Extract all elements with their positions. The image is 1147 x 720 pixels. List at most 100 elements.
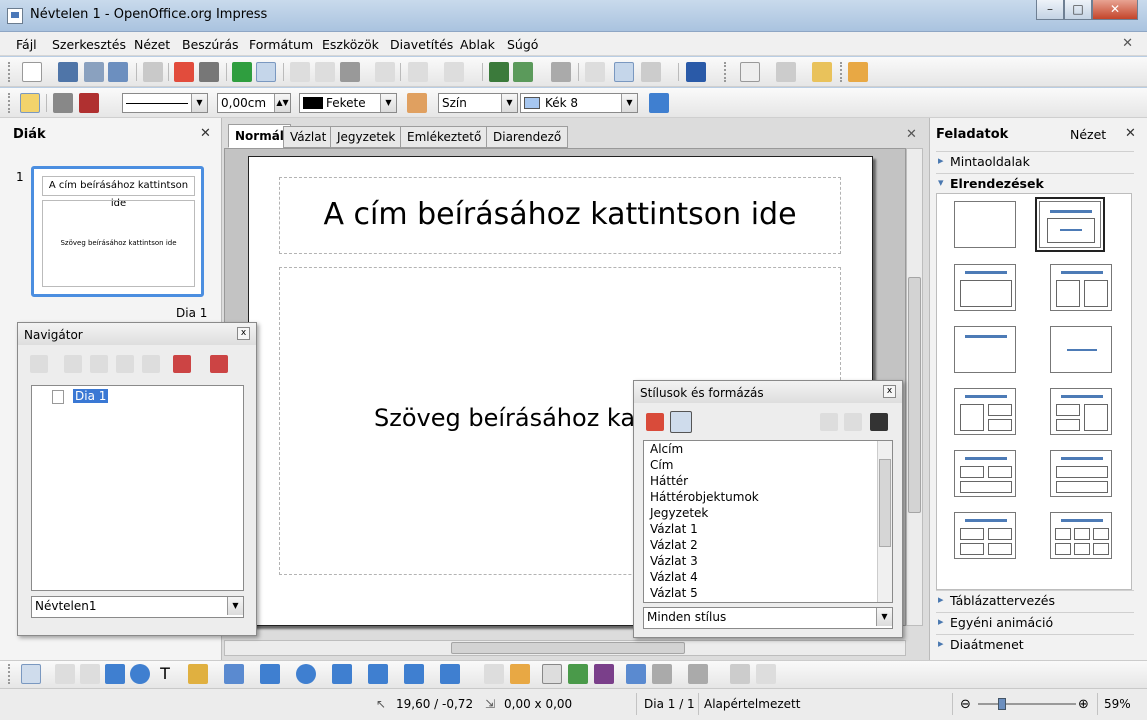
- close-view-icon[interactable]: ✕: [906, 127, 917, 142]
- layout-title-only[interactable]: [954, 326, 1016, 373]
- section-table-design[interactable]: Táblázattervezés: [936, 590, 1134, 610]
- callouts-icon[interactable]: [404, 664, 424, 684]
- block-arrows-icon[interactable]: [332, 664, 352, 684]
- format-paintbrush-icon[interactable]: [375, 62, 395, 82]
- layout-title-6-content[interactable]: [1050, 512, 1112, 559]
- layout-title-content-2[interactable]: [954, 264, 1016, 311]
- tab-notes[interactable]: Jegyzetek: [330, 126, 403, 148]
- styles-formatting-icon[interactable]: [20, 93, 40, 113]
- symbol-shapes-icon[interactable]: [296, 664, 316, 684]
- arrange-objects-icon[interactable]: [688, 664, 708, 684]
- layout-title-2-content[interactable]: [1050, 264, 1112, 311]
- arrow-style-icon[interactable]: [79, 93, 99, 113]
- layout-title-content-over-content[interactable]: [1050, 450, 1112, 497]
- menu-view[interactable]: Nézet: [134, 37, 170, 52]
- update-style-icon[interactable]: [870, 413, 888, 431]
- zoom-in-icon[interactable]: ⊕: [1078, 697, 1089, 712]
- save-icon[interactable]: [84, 62, 104, 82]
- menu-file[interactable]: Fájl: [16, 37, 37, 52]
- menu-insert[interactable]: Beszúrás: [182, 37, 239, 52]
- menu-slideshow[interactable]: Diavetítés: [390, 37, 453, 52]
- zoom-out-icon[interactable]: ⊖: [960, 697, 971, 712]
- select-pointer-icon[interactable]: [21, 664, 41, 684]
- navigator-titlebar[interactable]: Navigátor: [18, 323, 256, 345]
- chevron-down-icon[interactable]: ▼: [876, 608, 892, 626]
- table-icon[interactable]: [513, 62, 533, 82]
- layout-title-2-content-over[interactable]: [954, 450, 1016, 497]
- view-menu-button[interactable]: Nézet: [1070, 127, 1106, 142]
- basic-shapes-icon[interactable]: [260, 664, 280, 684]
- spellcheck-icon[interactable]: [232, 62, 252, 82]
- points-icon[interactable]: [484, 664, 504, 684]
- chevron-down-icon[interactable]: ▼: [227, 597, 243, 615]
- maximize-button[interactable]: □: [1064, 0, 1092, 20]
- open-icon[interactable]: [58, 62, 78, 82]
- chevron-down-icon[interactable]: ▼: [501, 94, 517, 112]
- paste-icon[interactable]: [340, 62, 360, 82]
- area-color-select[interactable]: Kék 8 ▼: [520, 93, 638, 113]
- close-icon[interactable]: x: [237, 327, 250, 340]
- close-icon[interactable]: x: [883, 385, 896, 398]
- navigator-document-select[interactable]: Névtelen1 ▼: [31, 596, 244, 618]
- line-tool-icon[interactable]: [55, 664, 75, 684]
- ellipse-icon[interactable]: [130, 664, 150, 684]
- cut-icon[interactable]: [290, 62, 310, 82]
- line-style-select[interactable]: ▼: [122, 93, 208, 113]
- chevron-down-icon[interactable]: ▼: [191, 94, 207, 112]
- from-file-icon[interactable]: [568, 664, 588, 684]
- list-item[interactable]: Cím: [647, 458, 875, 474]
- layout-title-2-content-content[interactable]: [954, 388, 1016, 435]
- edit-file-icon[interactable]: [143, 62, 163, 82]
- tab-handout[interactable]: Emlékeztető: [400, 126, 489, 148]
- close-document-icon[interactable]: ✕: [1122, 36, 1133, 51]
- spin-icon[interactable]: ▲▼: [274, 94, 290, 112]
- print-icon[interactable]: [199, 62, 219, 82]
- grid-icon[interactable]: [585, 62, 605, 82]
- tab-outline[interactable]: Vázlat: [283, 126, 334, 148]
- zoom-level[interactable]: 59%: [1104, 697, 1131, 711]
- next-slide-icon[interactable]: [116, 355, 134, 373]
- line-icon[interactable]: [53, 93, 73, 113]
- scroll-thumb[interactable]: [879, 459, 891, 547]
- text-icon[interactable]: T: [155, 664, 175, 684]
- first-slide-icon[interactable]: [64, 355, 82, 373]
- pointer-icon[interactable]: [30, 355, 48, 373]
- display-views-icon[interactable]: [641, 62, 661, 82]
- minimize-button[interactable]: –: [1036, 0, 1064, 20]
- rotate-icon[interactable]: [626, 664, 646, 684]
- drag-mode-icon[interactable]: [173, 355, 191, 373]
- helplines-icon[interactable]: [614, 62, 634, 82]
- graphics-styles-icon[interactable]: [646, 413, 664, 431]
- slide-thumbnail[interactable]: A cím beírásához kattintson ide Szöveg b…: [31, 166, 204, 297]
- layout-blank[interactable]: [954, 201, 1016, 248]
- save-as-icon[interactable]: [108, 62, 128, 82]
- zoom-slider[interactable]: [978, 703, 1076, 705]
- rectangle-icon[interactable]: [105, 664, 125, 684]
- section-layouts[interactable]: Elrendezések: [936, 173, 1134, 193]
- section-slide-transition[interactable]: Diaátmenet: [936, 634, 1134, 654]
- list-item[interactable]: Jegyzetek: [647, 506, 875, 522]
- fontwork-icon[interactable]: [542, 664, 562, 684]
- stars-icon[interactable]: [440, 664, 460, 684]
- presentation-styles-icon[interactable]: [670, 411, 692, 433]
- title-placeholder[interactable]: A cím beírásához kattintson ide: [279, 177, 841, 254]
- style-filter-select[interactable]: Minden stílus ▼: [643, 607, 893, 629]
- menu-format[interactable]: Formátum: [249, 37, 313, 52]
- list-item[interactable]: Háttérobjektumok: [647, 490, 875, 506]
- connector-icon[interactable]: [224, 664, 244, 684]
- show-draw-functions-icon[interactable]: [551, 62, 571, 82]
- arrow-line-icon[interactable]: [80, 664, 100, 684]
- shapes-icon[interactable]: [210, 355, 228, 373]
- more-tools-icon[interactable]: [756, 664, 776, 684]
- list-item[interactable]: Háttér: [647, 474, 875, 490]
- align-icon[interactable]: [652, 664, 672, 684]
- shadow-icon[interactable]: [649, 93, 669, 113]
- area-icon[interactable]: [407, 93, 427, 113]
- extrusion-icon[interactable]: [730, 664, 750, 684]
- undo-icon[interactable]: [408, 62, 428, 82]
- new-style-icon[interactable]: [844, 413, 862, 431]
- gallery-icon[interactable]: [594, 664, 614, 684]
- styles-scrollbar[interactable]: [877, 441, 892, 602]
- curve-icon[interactable]: [188, 664, 208, 684]
- list-item[interactable]: Vázlat 4: [647, 570, 875, 586]
